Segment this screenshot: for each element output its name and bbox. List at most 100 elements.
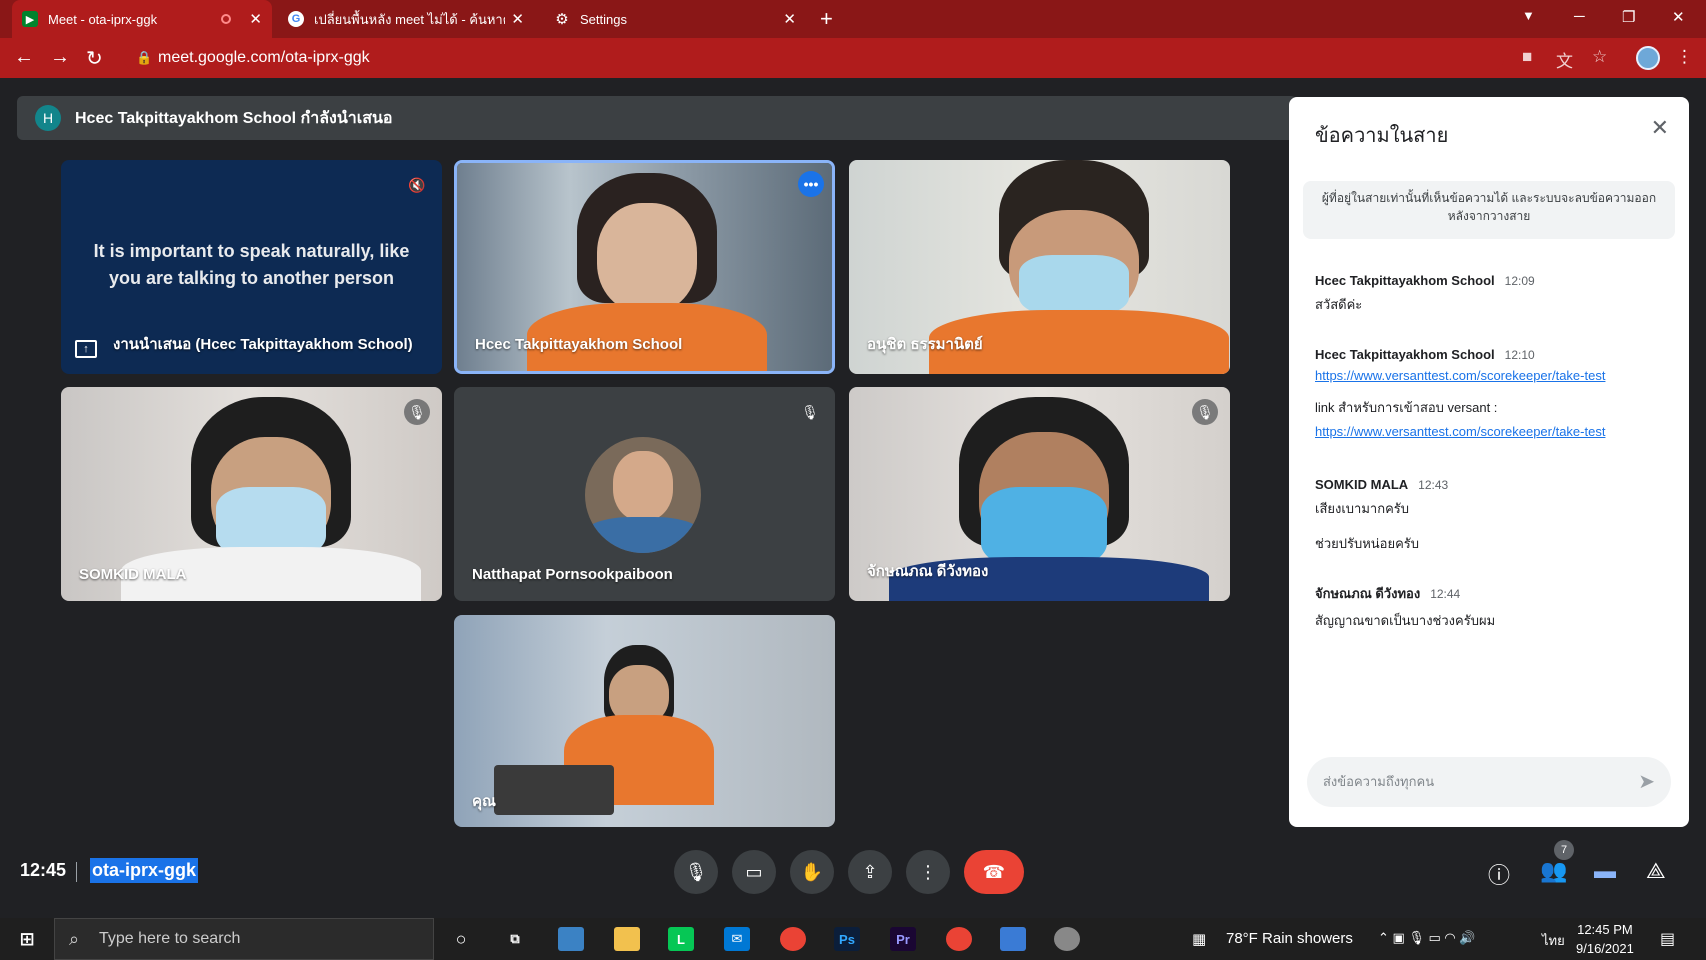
- close-tab-icon[interactable]: ✕: [511, 10, 524, 28]
- chat-input[interactable]: ส่งข้อความถึงทุกคน ➤: [1307, 757, 1671, 807]
- new-tab-icon[interactable]: +: [820, 6, 833, 32]
- message-text: สวัสดีค่ะ: [1315, 297, 1363, 312]
- notification-icon[interactable]: ▤: [1660, 929, 1675, 949]
- participant-tile[interactable]: อนุชิต ธรรมานิตย์: [849, 160, 1230, 374]
- tab-search-icon[interactable]: ▼: [1522, 8, 1535, 23]
- chat-message: Hcec Takpittayakhom School 12:10 https://…: [1315, 347, 1665, 439]
- url-text: meet.google.com/ota-iprx-ggk: [158, 49, 370, 66]
- message-sender: Hcec Takpittayakhom School: [1315, 273, 1495, 288]
- url-field[interactable]: 🔒 meet.google.com/ota-iprx-ggk: [124, 44, 1504, 72]
- mic-off-icon: 🎙: [801, 403, 819, 420]
- message-sender: SOMKID MALA: [1315, 477, 1409, 492]
- close-tab-icon[interactable]: ✕: [249, 10, 262, 28]
- cortana-icon[interactable]: ○: [448, 927, 474, 951]
- taskbar-search[interactable]: ⌕ Type here to search: [54, 918, 434, 960]
- chat-message: จักษณภณ ดีวังทอง 12:44 สัญญาณขาดเป็นบางช่…: [1315, 583, 1665, 631]
- tab-settings[interactable]: ⚙ Settings ✕: [544, 0, 806, 38]
- search-icon: ⌕: [69, 929, 80, 949]
- more-options-icon[interactable]: •••: [798, 171, 824, 197]
- present-button[interactable]: ⇪: [848, 850, 892, 894]
- forward-icon[interactable]: →: [50, 46, 70, 69]
- close-icon[interactable]: ✕: [1651, 115, 1669, 141]
- message-link[interactable]: https://www.versanttest.com/scorekeeper/…: [1315, 368, 1605, 383]
- mic-off-icon: 🎙: [404, 399, 430, 425]
- tile-name: SOMKID MALA: [79, 566, 187, 583]
- mail-icon[interactable]: ✉: [724, 927, 750, 951]
- present-screen-icon: ⇪: [862, 861, 878, 882]
- maximize-icon[interactable]: ❐: [1622, 8, 1635, 26]
- address-bar-row: ← → ↻ 🔒 meet.google.com/ota-iprx-ggk ■ 文…: [0, 38, 1706, 78]
- people-icon[interactable]: 👥: [1540, 858, 1567, 884]
- meeting-code[interactable]: ota-iprx-ggk: [90, 858, 199, 883]
- browser-tab-bar: ▶ Meet - ota-iprx-ggk ✕ G เปลี่ยนพื้นหลั…: [0, 0, 1706, 38]
- chat-title: ข้อความในสาย: [1315, 125, 1449, 147]
- keyboard: [494, 765, 614, 815]
- premiere-icon[interactable]: Pr: [890, 927, 916, 951]
- activities-icon[interactable]: ⟁: [1646, 858, 1666, 884]
- photos-icon[interactable]: [1000, 927, 1026, 951]
- close-tab-icon[interactable]: ✕: [783, 10, 796, 28]
- participant-tile[interactable]: ••• Hcec Takpittayakhom School: [454, 160, 835, 374]
- message-text: ช่วยปรับหน่อยครับ: [1315, 536, 1420, 551]
- chat-message: SOMKID MALA 12:43 เสียงเบามากครับ ช่วยปรั…: [1315, 477, 1665, 554]
- system-tray-icons[interactable]: ⌃ ▣ 🎙 ▭ ◠ 🔊: [1378, 930, 1476, 946]
- profile-avatar[interactable]: [1636, 46, 1660, 70]
- hang-up-icon: ☎: [982, 861, 1006, 882]
- tab-meet[interactable]: ▶ Meet - ota-iprx-ggk ✕: [12, 0, 272, 38]
- self-tile[interactable]: คุณ: [454, 615, 835, 827]
- more-vert-icon: ⋮: [919, 861, 937, 882]
- tab-title: เปลี่ยนพื้นหลัง meet ไม่ได้ - ค้นหาด้วย: [314, 11, 506, 27]
- more-options-button[interactable]: ⋮: [906, 850, 950, 894]
- people-count-badge: 7: [1554, 840, 1574, 860]
- message-link[interactable]: https://www.versanttest.com/scorekeeper/…: [1315, 424, 1605, 439]
- clock-date: 9/16/2021: [1576, 941, 1634, 956]
- chrome-icon[interactable]: [780, 927, 806, 951]
- back-icon[interactable]: ←: [14, 46, 34, 69]
- reload-icon[interactable]: ↻: [86, 46, 103, 71]
- video-camera-icon: ▭: [745, 861, 763, 882]
- chat-notice: ผู้ที่อยู่ในสายเท่านั้นที่เห็นข้อความได้…: [1303, 181, 1675, 239]
- taskbar-clock[interactable]: 12:45 PM 9/16/2021: [1576, 920, 1634, 958]
- tab-search[interactable]: G เปลี่ยนพื้นหลัง meet ไม่ได้ - ค้นหาด้ว…: [278, 0, 534, 38]
- presentation-caption: It is important to speak naturally, like…: [93, 241, 410, 288]
- tile-name: Hcec Takpittayakhom School: [475, 336, 683, 353]
- participant-tile[interactable]: 🎙 SOMKID MALA: [61, 387, 442, 601]
- info-icon[interactable]: ⓘ: [1488, 858, 1510, 890]
- star-icon[interactable]: ☆: [1592, 47, 1607, 67]
- tile-name: คุณ: [472, 793, 496, 810]
- message-text: เสียงเบามากครับ: [1315, 501, 1410, 516]
- language-indicator[interactable]: ไทย: [1542, 930, 1565, 951]
- chat-icon[interactable]: ▬: [1594, 858, 1616, 884]
- tile-name: Natthapat Pornsookpaiboon: [472, 566, 673, 583]
- menu-icon[interactable]: ⋮: [1676, 47, 1693, 67]
- participant-tile[interactable]: 🎙 จักษณภณ ดีวังทอง: [849, 387, 1230, 601]
- windows-start-icon[interactable]: ⊞: [14, 927, 40, 951]
- line-app-icon[interactable]: L: [668, 927, 694, 951]
- tile-name: งานนำเสนอ (Hcec Takpittayakhom School): [113, 336, 413, 353]
- file-explorer-icon[interactable]: [614, 927, 640, 951]
- face-mask: [981, 487, 1107, 567]
- chrome-active-icon[interactable]: [946, 927, 972, 951]
- gear-icon: ⚙: [555, 11, 569, 28]
- raise-hand-button[interactable]: ✋: [790, 850, 834, 894]
- app-icon[interactable]: [558, 927, 584, 951]
- google-favicon-icon: G: [288, 11, 304, 27]
- message-sender: จักษณภณ ดีวังทอง: [1315, 586, 1421, 601]
- presentation-tile[interactable]: It is important to speak naturally, like…: [61, 160, 442, 374]
- presenter-avatar: H: [35, 105, 61, 131]
- chat-message: Hcec Takpittayakhom School 12:09 สวัสดีค่…: [1315, 273, 1665, 315]
- send-icon[interactable]: ➤: [1638, 757, 1655, 807]
- translate-icon[interactable]: 文: [1556, 47, 1573, 72]
- camera-icon[interactable]: ■: [1522, 47, 1532, 67]
- weather-text[interactable]: 78°F Rain showers: [1226, 930, 1353, 947]
- task-view-icon[interactable]: ⧉: [502, 927, 528, 951]
- leave-call-button[interactable]: ☎: [964, 850, 1024, 894]
- paint-icon[interactable]: [1054, 927, 1080, 951]
- participant-tile[interactable]: 🎙 Natthapat Pornsookpaiboon: [454, 387, 835, 601]
- close-window-icon[interactable]: ✕: [1672, 8, 1685, 26]
- minimize-icon[interactable]: ─: [1574, 8, 1585, 25]
- avatar-face: [613, 451, 673, 521]
- microphone-button[interactable]: 🎙: [674, 850, 718, 894]
- photoshop-icon[interactable]: Ps: [834, 927, 860, 951]
- camera-button[interactable]: ▭: [732, 850, 776, 894]
